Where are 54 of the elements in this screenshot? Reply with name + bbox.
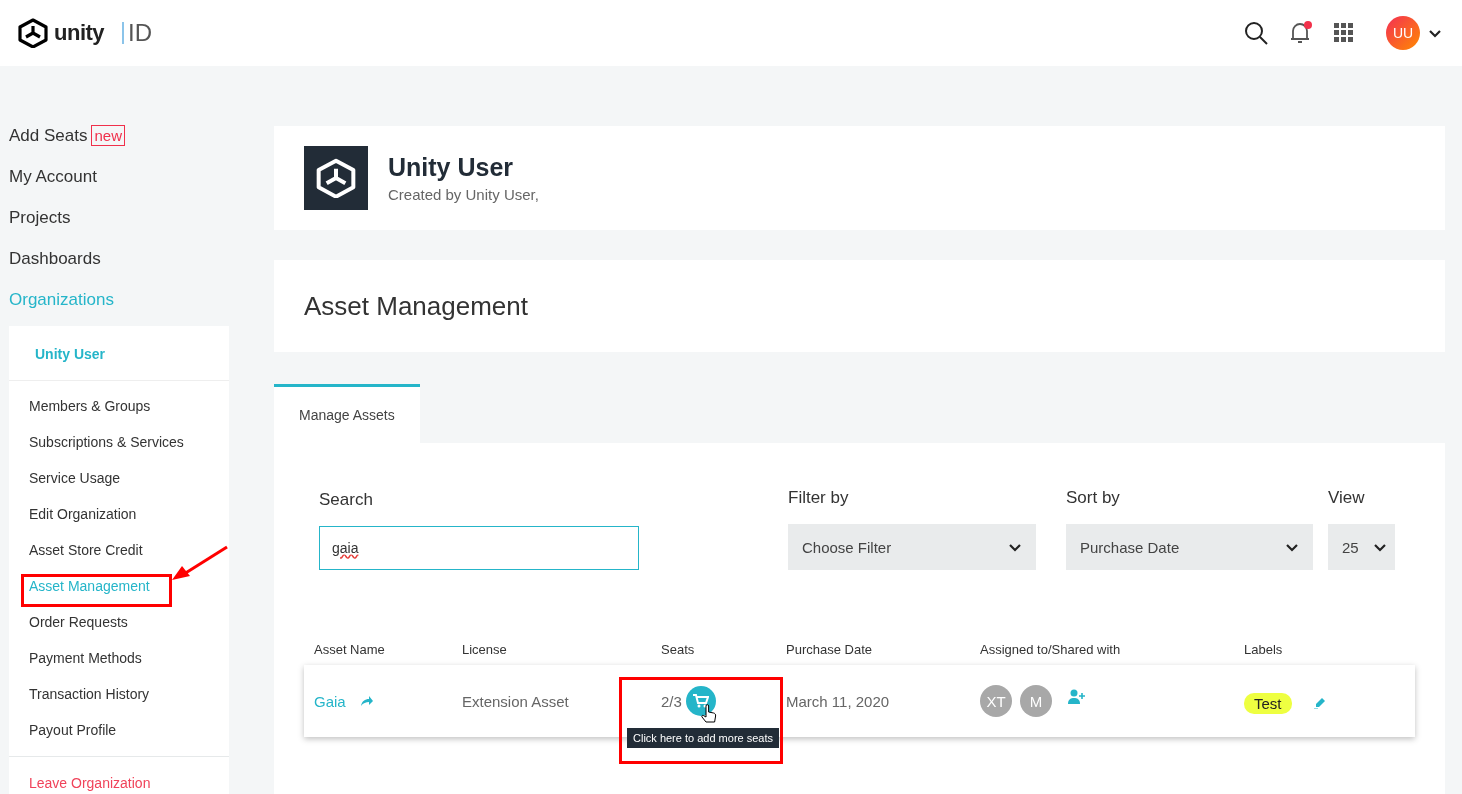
unity-logo-icon <box>18 18 48 48</box>
org-menu-link[interactable]: Order Requests <box>29 612 128 632</box>
org-menu-link[interactable]: Subscriptions & Services <box>29 432 184 452</box>
label-tag: Test <box>1244 692 1292 714</box>
purchase-date-cell: March 11, 2020 <box>786 692 890 710</box>
search-field[interactable]: gaia <box>319 526 639 570</box>
chevron-down-icon[interactable] <box>1428 27 1442 39</box>
unity-logo-icon <box>304 146 368 210</box>
chevron-down-icon <box>1008 541 1022 553</box>
tab[interactable]: Manage Assets <box>274 384 420 443</box>
page-title: Asset Management <box>304 290 528 322</box>
view-dropdown[interactable]: 25 <box>1328 524 1395 570</box>
org-menu-link[interactable]: Asset Store Credit <box>29 540 143 560</box>
column-header: Assigned to/Shared with <box>980 642 1122 657</box>
organization-name: Unity User <box>388 153 515 182</box>
assignee-avatar: M <box>1020 685 1052 717</box>
sort-label: Sort by <box>1066 488 1121 508</box>
column-header: Seats <box>661 642 696 657</box>
new-badge: new <box>91 125 125 146</box>
nav-link[interactable]: Add Seats <box>9 125 88 146</box>
tooltip: Click here to add more seats <box>627 728 779 748</box>
search-label: Search <box>319 490 374 510</box>
org-menu-link[interactable]: Payout Profile <box>29 720 117 740</box>
add-seats-button[interactable] <box>685 686 716 716</box>
product-name: ID <box>122 22 153 44</box>
nav-link[interactable]: Projects <box>9 207 71 228</box>
column-header: Labels <box>1244 642 1284 657</box>
sort-dropdown[interactable]: Purchase Date <box>1066 524 1313 570</box>
column-header: License <box>462 642 508 657</box>
hand-cursor-icon <box>701 704 717 724</box>
chevron-down-icon <box>1373 541 1387 553</box>
leave-organization-link[interactable]: Leave Organization <box>9 757 229 794</box>
org-menu-link[interactable]: Transaction History <box>29 684 150 704</box>
view-label: View <box>1328 488 1366 508</box>
logo-text: unity <box>54 20 105 46</box>
seats-cell: 2/3 <box>661 692 682 710</box>
org-menu-link[interactable]: Payment Methods <box>29 648 142 668</box>
filter-dropdown[interactable]: Choose Filter <box>788 524 1036 570</box>
column-header: Asset Name <box>314 642 386 657</box>
assignee-avatar: XT <box>980 685 1012 717</box>
cart-icon <box>692 694 709 708</box>
nav-link[interactable]: Dashboards <box>9 248 101 269</box>
filter-label: Filter by <box>788 488 850 508</box>
column-header: Purchase Date <box>786 642 873 657</box>
nav-link[interactable]: My Account <box>9 166 97 187</box>
org-menu-link[interactable]: Edit Organization <box>29 504 137 524</box>
search-icon[interactable] <box>1244 21 1268 45</box>
created-by-text: Created by Unity User, <box>388 186 539 203</box>
license-cell: Extension Asset <box>462 692 569 710</box>
apps-grid-icon[interactable] <box>1334 23 1354 43</box>
chevron-down-icon <box>1285 541 1299 553</box>
notification-bell-icon[interactable] <box>1290 21 1312 45</box>
org-menu-link[interactable]: Service Usage <box>29 468 121 488</box>
org-menu-link[interactable]: Members & Groups <box>29 396 151 416</box>
